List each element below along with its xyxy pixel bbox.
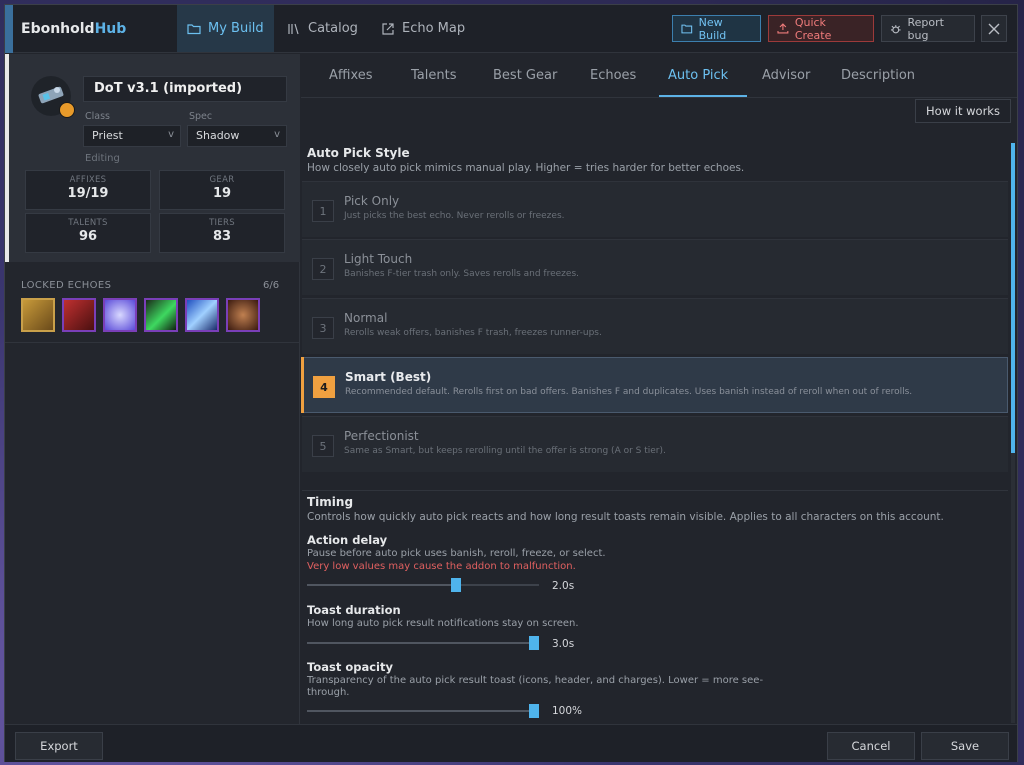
toast-opacity-value: 100% bbox=[552, 705, 583, 717]
echo-slot-6[interactable] bbox=[226, 298, 260, 332]
stat-affixes: AFFIXES 19/19 bbox=[25, 170, 151, 210]
toast-opacity-slider[interactable] bbox=[307, 704, 539, 718]
save-button[interactable]: Save bbox=[921, 732, 1009, 760]
slider-fill bbox=[307, 642, 529, 644]
timing-title: Timing bbox=[307, 495, 354, 509]
locked-echoes-count: 6/6 bbox=[263, 280, 280, 291]
style-option-perfectionist[interactable]: 5 Perfectionist Same as Smart, but keeps… bbox=[302, 416, 1008, 472]
action-delay-value: 2.0s bbox=[552, 580, 575, 592]
nav-tab-catalog[interactable]: Catalog bbox=[277, 5, 368, 52]
toast-duration-title: Toast duration bbox=[307, 603, 401, 617]
app-window: EbonholdHub My Build Catalog Echo Map Ne… bbox=[4, 4, 1018, 762]
quick-create-button[interactable]: Quick Create bbox=[768, 15, 874, 42]
auto-pick-settings: Auto Pick Style How closely auto pick mi… bbox=[301, 135, 1008, 721]
tab-auto-pick[interactable]: Auto Pick bbox=[668, 68, 728, 83]
library-icon bbox=[288, 23, 299, 34]
cancel-button[interactable]: Cancel bbox=[827, 732, 915, 760]
chevron-down-icon: v bbox=[168, 129, 174, 140]
tab-talents[interactable]: Talents bbox=[411, 68, 456, 83]
style-option-smart[interactable]: 4 Smart (Best) Recommended default. Rero… bbox=[301, 357, 1008, 413]
auto-pick-style-title: Auto Pick Style bbox=[307, 146, 410, 160]
stat-talents: TALENTS 96 bbox=[25, 213, 151, 253]
toast-duration-slider[interactable] bbox=[307, 636, 539, 650]
left-panel: DoT v3.1 (imported) Class Spec Priest v … bbox=[5, 54, 300, 724]
close-icon bbox=[988, 23, 1000, 34]
how-it-works-button[interactable]: How it works bbox=[915, 99, 1011, 123]
content-scrollbar[interactable] bbox=[1011, 143, 1015, 723]
folder-icon bbox=[187, 23, 201, 34]
tab-best-gear[interactable]: Best Gear bbox=[493, 68, 557, 83]
tab-advisor[interactable]: Advisor bbox=[762, 68, 810, 83]
scrollbar-thumb[interactable] bbox=[1011, 143, 1015, 453]
class-select[interactable]: Priest v bbox=[83, 125, 181, 147]
upload-icon bbox=[777, 23, 789, 34]
bug-icon bbox=[890, 24, 901, 33]
app-brand: EbonholdHub bbox=[21, 21, 127, 37]
timing-desc: Controls how quickly auto pick reacts an… bbox=[307, 511, 944, 523]
build-tabs: Affixes Talents Best Gear Echoes Auto Pi… bbox=[301, 54, 1017, 98]
divider bbox=[5, 342, 300, 343]
toast-opacity-title: Toast opacity bbox=[307, 660, 393, 674]
slider-fill bbox=[307, 584, 451, 586]
auto-pick-style-desc: How closely auto pick mimics manual play… bbox=[307, 162, 745, 174]
tab-affixes[interactable]: Affixes bbox=[329, 68, 373, 83]
toast-opacity-desc: Transparency of the auto pick result toa… bbox=[307, 675, 764, 698]
title-bar: EbonholdHub My Build Catalog Echo Map Ne… bbox=[5, 5, 1017, 53]
stat-gear: GEAR 19 bbox=[159, 170, 285, 210]
echo-slot-3[interactable] bbox=[103, 298, 137, 332]
spec-label: Spec bbox=[189, 111, 213, 122]
action-delay-title: Action delay bbox=[307, 533, 388, 547]
export-button[interactable]: Export bbox=[15, 732, 103, 760]
spec-select[interactable]: Shadow v bbox=[187, 125, 287, 147]
stat-tiers: TIERS 83 bbox=[159, 213, 285, 253]
tab-echoes[interactable]: Echoes bbox=[590, 68, 636, 83]
slider-thumb[interactable] bbox=[451, 578, 461, 592]
slider-fill bbox=[307, 710, 529, 712]
active-tab-indicator bbox=[659, 95, 747, 97]
build-name-input[interactable]: DoT v3.1 (imported) bbox=[83, 76, 287, 102]
style-option-pick-only[interactable]: 1 Pick Only Just picks the best echo. Ne… bbox=[302, 181, 1008, 237]
nav-tab-my-build[interactable]: My Build bbox=[177, 5, 274, 52]
echo-slot-1[interactable] bbox=[21, 298, 55, 332]
locked-echoes-heading: LOCKED ECHOES bbox=[21, 280, 112, 291]
divider bbox=[302, 490, 1008, 491]
close-button[interactable] bbox=[981, 15, 1007, 42]
action-delay-desc: Pause before auto pick uses banish, rero… bbox=[307, 548, 606, 559]
class-badge-icon bbox=[59, 102, 75, 118]
nav-tab-echo-map[interactable]: Echo Map bbox=[371, 5, 475, 52]
slider-thumb[interactable] bbox=[529, 636, 539, 650]
action-delay-warning: Very low values may cause the addon to m… bbox=[307, 561, 576, 572]
external-link-icon bbox=[382, 22, 394, 35]
editing-status: Editing bbox=[85, 153, 120, 164]
chevron-down-icon: v bbox=[274, 129, 280, 140]
selected-accent bbox=[301, 357, 304, 413]
echo-slot-4[interactable] bbox=[144, 298, 178, 332]
tab-description[interactable]: Description bbox=[841, 68, 915, 83]
echo-slot-2[interactable] bbox=[62, 298, 96, 332]
slider-thumb[interactable] bbox=[529, 704, 539, 718]
report-bug-button[interactable]: Report bug bbox=[881, 15, 975, 42]
action-delay-slider[interactable] bbox=[307, 578, 539, 592]
toast-duration-desc: How long auto pick result notifications … bbox=[307, 618, 579, 629]
class-label: Class bbox=[85, 111, 110, 122]
echo-slot-5[interactable] bbox=[185, 298, 219, 332]
brand-accent bbox=[5, 5, 13, 53]
folder-icon bbox=[681, 24, 693, 34]
style-option-light-touch[interactable]: 2 Light Touch Banishes F-tier trash only… bbox=[302, 239, 1008, 295]
build-card: DoT v3.1 (imported) Class Spec Priest v … bbox=[5, 54, 300, 262]
new-build-button[interactable]: New Build bbox=[672, 15, 761, 42]
footer: Export Cancel Save bbox=[5, 724, 1017, 762]
toast-duration-value: 3.0s bbox=[552, 638, 575, 650]
style-option-normal[interactable]: 3 Normal Rerolls weak offers, banishes F… bbox=[302, 298, 1008, 354]
